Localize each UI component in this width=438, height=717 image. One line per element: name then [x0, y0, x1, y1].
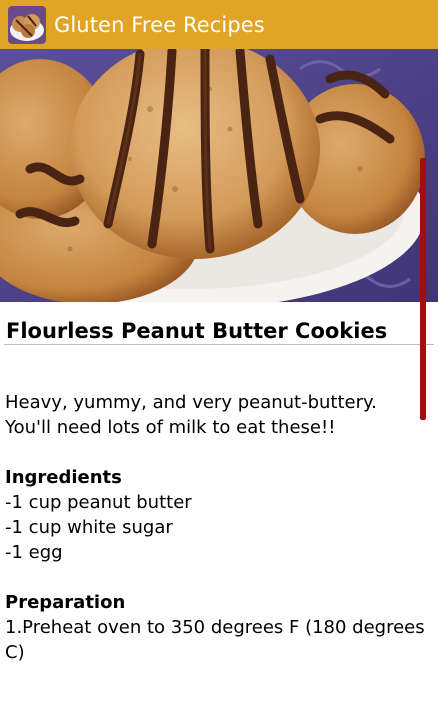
preparation-section: Preparation 1.Preheat oven to 350 degree… — [5, 590, 425, 665]
cookie-plate-icon[interactable] — [8, 5, 46, 44]
recipe-photo — [0, 49, 438, 302]
preparation-step: 1.Preheat oven to 350 degrees F (180 deg… — [5, 617, 425, 663]
ingredients-heading: Ingredients — [5, 467, 122, 488]
app-title: Gluten Free Recipes — [54, 12, 265, 37]
ingredient-item: -1 cup peanut butter — [5, 492, 192, 513]
recipe-title: Flourless Peanut Butter Cookies — [6, 319, 388, 343]
preparation-heading: Preparation — [5, 592, 126, 613]
recipe-body: Heavy, yummy, and very peanut-buttery. Y… — [5, 390, 425, 690]
ingredient-item: -1 egg — [5, 542, 63, 563]
scrollbar[interactable] — [420, 158, 426, 420]
ingredients-section: Ingredients -1 cup peanut butter -1 cup … — [5, 465, 425, 565]
recipe-description: Heavy, yummy, and very peanut-buttery. Y… — [5, 392, 377, 438]
ingredient-item: -1 cup white sugar — [5, 517, 173, 538]
divider — [4, 344, 434, 345]
action-bar: Gluten Free Recipes — [0, 0, 438, 49]
app-screen: Gluten Free Recipes Flourless Peanut But… — [0, 0, 438, 717]
